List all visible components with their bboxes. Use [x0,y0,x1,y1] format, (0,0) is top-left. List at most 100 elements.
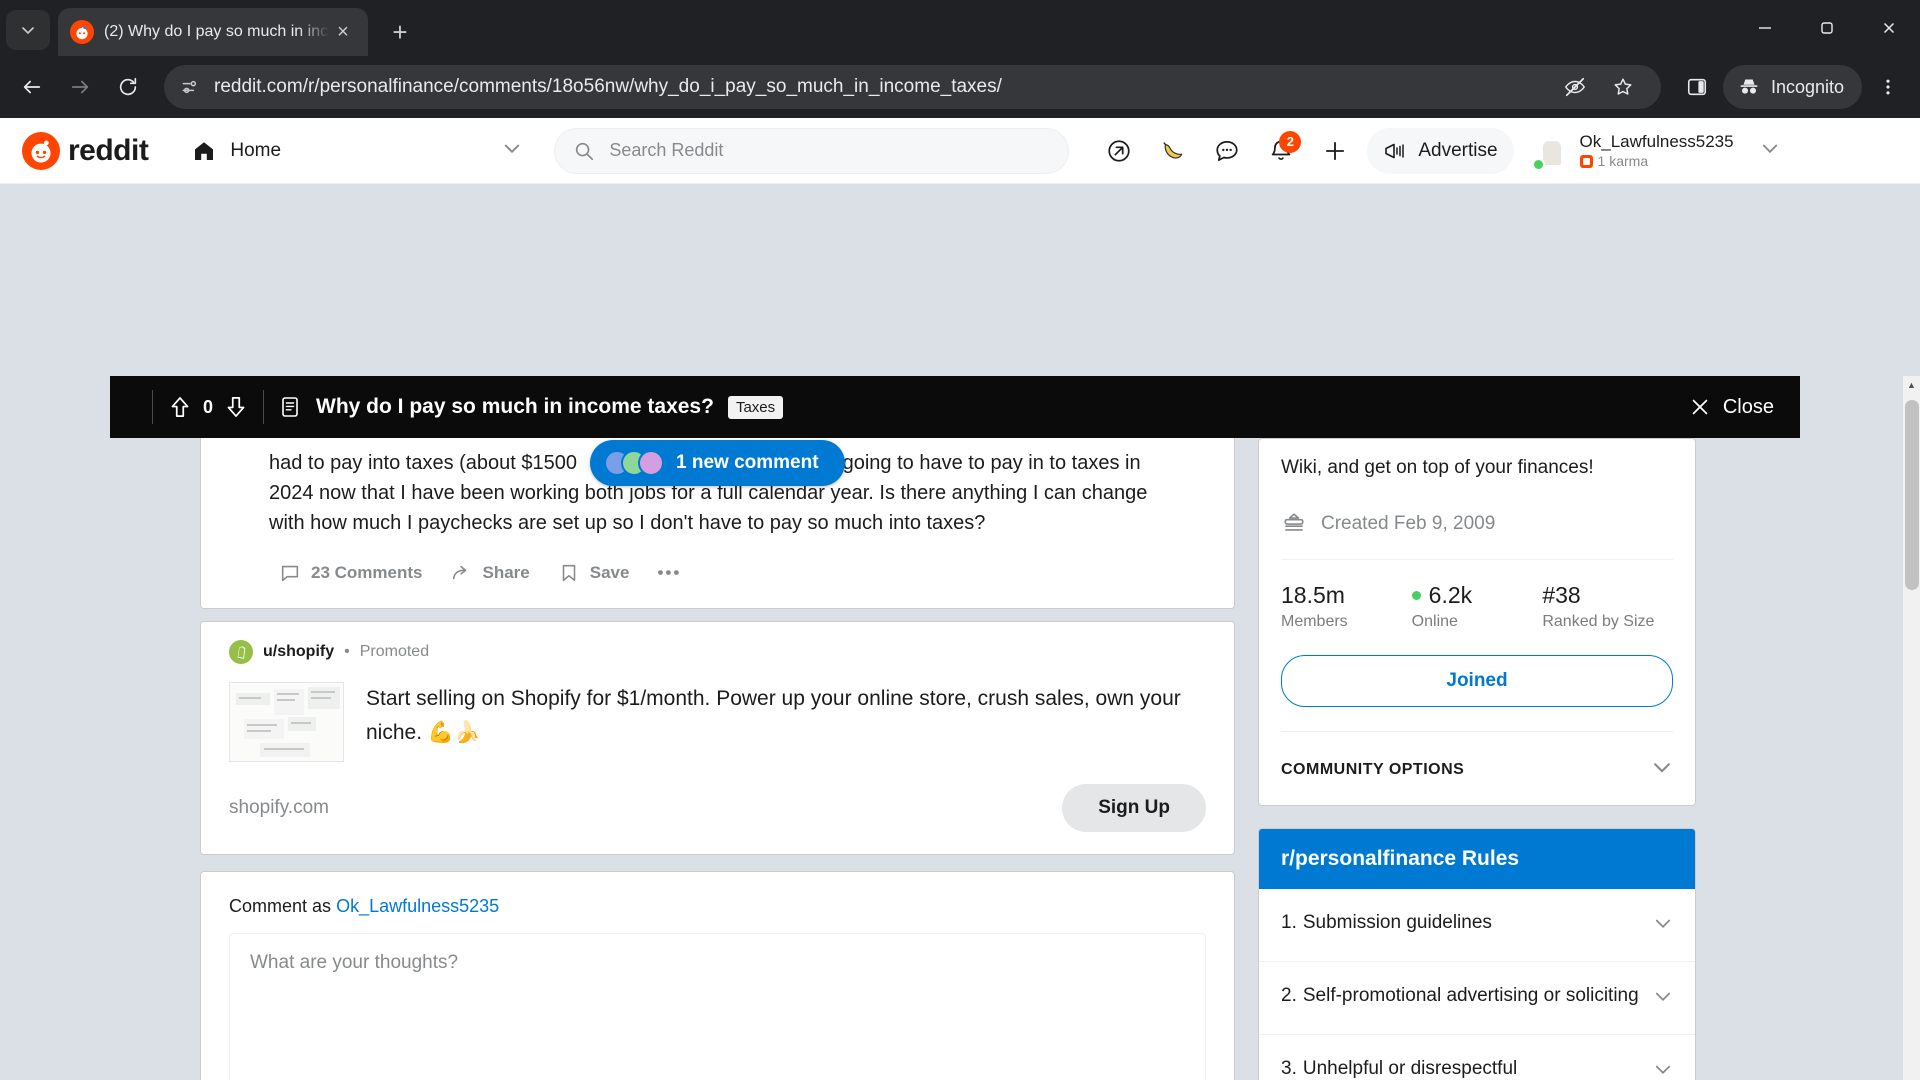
advertise-button[interactable]: Advertise [1367,127,1514,174]
downvote-icon[interactable] [223,394,249,420]
community-created-row: Created Feb 9, 2009 [1281,511,1673,537]
main-column: had to pay into taxes (about $1500 I am … [200,438,1235,1080]
promoted-link[interactable]: shopify.com [229,797,329,819]
browser-toolbar: reddit.com/r/personalfinance/comments/18… [0,56,1920,118]
promoted-header: u/shopify • Promoted [229,640,1206,664]
promoted-thumbnail[interactable] [229,682,344,762]
home-dropdown[interactable]: Home [182,128,532,174]
banana-icon[interactable] [1149,127,1197,175]
community-stats: 18.5m Members 6.2k Online #38 Ranked by … [1281,559,1673,631]
chevron-down-icon[interactable] [1760,138,1780,163]
chevron-down-icon [1653,913,1673,941]
save-label: Save [589,563,630,582]
comment-as-label: Comment as Ok_Lawfulness5235 [229,896,500,916]
star-icon[interactable] [1601,65,1645,109]
karma-label: 1 karma [1579,153,1734,169]
rule-item[interactable]: 1. Submission guidelines [1259,889,1695,962]
browser-tab[interactable]: (2) Why do I pay so much in inc × [58,8,368,56]
tab-close-icon[interactable]: × [330,19,356,45]
rule-number: 1. [1281,912,1297,933]
more-options-button[interactable]: ••• [647,555,691,591]
eye-off-icon[interactable] [1553,65,1597,109]
divider [152,390,153,424]
reddit-wordmark: reddit [68,133,149,167]
comment-textarea[interactable]: What are your thoughts? [230,934,1205,1080]
overlay-post-title: Why do I pay so much in income taxes? [316,395,714,418]
community-created-label: Created Feb 9, 2009 [1321,513,1496,534]
comment-input-box[interactable]: What are your thoughts? B i <c> A^ [229,933,1206,1080]
comments-button[interactable]: 23 Comments [269,554,432,592]
stat-rank: #38 Ranked by Size [1542,582,1673,631]
community-rules-card: r/personalfinance Rules 1. Submission gu… [1258,828,1696,1080]
user-menu[interactable]: Ok_Lawfulness5235 1 karma [1528,126,1786,176]
notifications-bell-icon[interactable]: 2 [1257,127,1305,175]
rule-text: Self-promotional advertising or soliciti… [1302,985,1639,1006]
new-comment-label: 1 new comment [676,452,819,473]
avatar-dot [638,450,664,476]
scrollbar-thumb[interactable] [1905,400,1919,590]
create-post-plus-icon[interactable] [1311,127,1359,175]
home-label: Home [230,139,282,161]
post-flair-badge[interactable]: Taxes [727,395,784,419]
stat-members: 18.5m Members [1281,582,1412,631]
reddit-logo[interactable]: reddit [22,131,149,170]
separator-dot: • [344,643,350,660]
chevron-down-icon [1651,756,1673,783]
window-maximize-button[interactable] [1796,4,1858,52]
vote-score: 0 [203,396,214,417]
omnibox-actions [1553,65,1645,109]
promoted-footer: shopify.com Sign Up [229,762,1206,854]
community-options-row[interactable]: COMMUNITY OPTIONS [1281,731,1673,783]
new-comment-notification[interactable]: 1 new comment [590,440,845,486]
close-label: Close [1722,395,1774,418]
rules-title: r/personalfinance Rules [1259,829,1695,889]
community-description: Wiki, and get on top of your finances! [1281,457,1594,478]
site-settings-icon[interactable] [180,77,200,97]
rule-number: 2. [1281,985,1297,1006]
search-placeholder: Search Reddit [609,140,724,160]
new-tab-button[interactable]: + [380,12,420,52]
post-text-line-3: with how much I paychecks are set up so … [269,512,986,534]
close-overlay-button[interactable]: Close [1689,396,1774,419]
promoted-title[interactable]: Start selling on Shopify for $1/month. P… [366,682,1206,762]
signup-button[interactable]: Sign Up [1062,784,1206,832]
comment-as-username-link[interactable]: Ok_Lawfulness5235 [336,896,499,916]
popular-arrow-icon[interactable] [1095,127,1143,175]
reddit-logo-icon [22,131,60,170]
upvote-icon[interactable] [167,394,193,420]
reload-icon[interactable] [106,65,150,109]
chevron-down-icon [1653,986,1673,1014]
page-container: 0 Why do I pay so much in income taxes? … [0,184,1920,1080]
promoted-username[interactable]: u/shopify [263,643,334,661]
scroll-up-arrow-icon[interactable]: ▲ [1903,376,1920,393]
address-bar[interactable]: reddit.com/r/personalfinance/comments/18… [164,65,1661,109]
header-icon-group: 2 [1095,127,1359,175]
back-arrow-icon[interactable] [10,65,54,109]
advertise-label: Advertise [1418,139,1498,161]
post-overlay-bar: 0 Why do I pay so much in income taxes? … [110,376,1800,438]
forward-arrow-icon[interactable] [58,65,102,109]
page-scrollbar[interactable]: ▲ ▼ [1903,376,1920,1080]
incognito-label: Incognito [1770,76,1844,97]
save-button[interactable]: Save [548,554,640,592]
avatar [1531,133,1570,171]
browser-chrome: (2) Why do I pay so much in inc × + redd… [0,0,1920,118]
incognito-icon [1737,75,1761,99]
chat-icon[interactable] [1203,127,1251,175]
tab-search-chevron-icon[interactable] [6,10,50,50]
online-status-dot [1531,157,1545,171]
side-panel-icon[interactable] [1675,65,1719,109]
joined-button[interactable]: Joined [1281,655,1673,707]
window-minimize-button[interactable] [1734,4,1796,52]
kebab-menu-icon[interactable] [1866,65,1910,109]
rule-item[interactable]: 2. Self-promotional advertising or solic… [1259,962,1695,1035]
about-community-card: Wiki, and get on top of your finances! C… [1258,438,1696,806]
stat-online-value-wrap: 6.2k [1411,582,1543,609]
incognito-indicator[interactable]: Incognito [1722,65,1862,109]
window-close-button[interactable] [1858,4,1920,52]
rule-item[interactable]: 3. Unhelpful or disrespectful [1259,1035,1695,1080]
online-dot-icon [1411,591,1421,600]
chevron-down-icon [1653,1059,1673,1080]
share-button[interactable]: Share [440,554,539,592]
search-input[interactable]: Search Reddit [554,127,1070,174]
